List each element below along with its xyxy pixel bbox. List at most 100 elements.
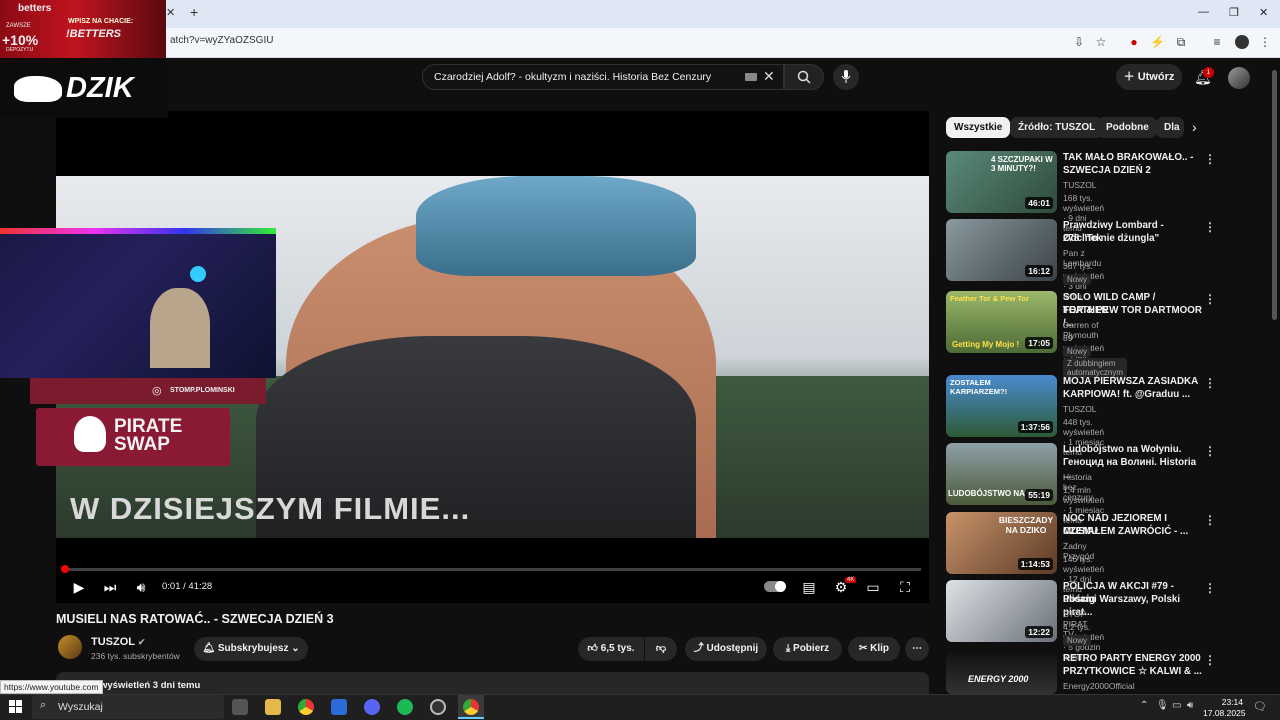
keyboard-icon[interactable] (745, 73, 757, 81)
duration-badge: 17:05 (1025, 337, 1053, 349)
page-scrollbar[interactable] (1272, 70, 1277, 320)
translate-extension-icon[interactable]: ⚡ (1150, 35, 1165, 49)
app-icon[interactable] (331, 699, 347, 715)
subtitles-icon[interactable]: ▤ (800, 579, 818, 595)
clear-search-icon[interactable]: ✕ (763, 68, 775, 85)
video-title-line1[interactable]: Ludobójstwo na Wołyniu. (1063, 443, 1203, 456)
tray-chevron-icon[interactable]: ⌃ (1140, 700, 1148, 711)
file-explorer-icon[interactable] (265, 699, 281, 715)
like-button[interactable]: 👍︎ 6,5 tys. (578, 637, 644, 661)
download-label: Pobierz (793, 643, 830, 654)
more-options-icon[interactable]: ⋮ (1204, 444, 1216, 458)
more-options-icon[interactable]: ⋮ (1204, 581, 1216, 595)
video-title-line1[interactable]: TAK MAŁO BRAKOWAŁO.. - (1063, 151, 1203, 164)
restore-button[interactable]: ❐ (1229, 6, 1239, 19)
install-app-icon[interactable]: ⇩ (1072, 35, 1086, 49)
more-options-icon[interactable]: ⋮ (1204, 220, 1216, 234)
close-window-button[interactable]: ✕ (1259, 6, 1268, 19)
autoplay-toggle[interactable] (764, 581, 786, 592)
video-title-line2[interactable]: 278 "To nie dżungla" (1063, 232, 1203, 245)
video-thumbnail[interactable]: ENERGY 2000 (946, 652, 1057, 694)
taskbar-date[interactable]: 17.08.2025 (1203, 708, 1246, 718)
betters-promo-line2: !BETTERS (66, 28, 121, 40)
taskbar-time[interactable]: 23:14 (1203, 697, 1243, 707)
betters-logo: betters (18, 3, 52, 14)
video-thumbnail[interactable]: BIESZCZADY NA DZIKO 1:14:53 (946, 512, 1057, 574)
scrubber-handle[interactable] (61, 565, 69, 573)
windows-start-icon[interactable] (9, 700, 22, 713)
spotify-icon[interactable] (397, 699, 413, 715)
theater-mode-icon[interactable]: ▭ (864, 579, 882, 595)
play-icon[interactable]: ▶ (70, 579, 88, 595)
video-thumbnail[interactable]: 12:22 (946, 580, 1057, 642)
video-thumbnail[interactable]: Feather Tor & Pew Tor Getting My Mojo ! … (946, 291, 1057, 353)
channel-name[interactable]: TUSZOL ✔ (91, 636, 145, 648)
new-tab-button[interactable]: + (190, 4, 198, 20)
chip-similar[interactable]: Podobne (1098, 117, 1157, 138)
channel-name[interactable]: Energy2000Official (1063, 681, 1135, 691)
clip-button[interactable]: ✂ Klip (848, 637, 900, 661)
chevron-right-icon[interactable]: › (1192, 119, 1197, 135)
scissors-icon: ✂ (858, 643, 871, 654)
subscribe-label: Subskrybujesz (217, 643, 289, 654)
video-thumbnail[interactable]: 16:12 (946, 219, 1057, 281)
video-title-line1[interactable]: MOJA PIERWSZA ZASIADKA (1063, 375, 1203, 388)
voice-search-button[interactable] (833, 64, 859, 90)
create-button[interactable]: ＋ Utwórz (1116, 64, 1182, 90)
discord-icon[interactable] (364, 699, 380, 715)
subscribe-button[interactable]: 🔔︎ Subskrybujesz ⌄ (194, 637, 308, 661)
network-icon[interactable]: ▭ (1172, 700, 1181, 711)
notification-center-icon[interactable]: 🗨︎ (1253, 700, 1267, 713)
channel-name[interactable]: TUSZOL (1063, 404, 1097, 414)
microphone-tray-icon[interactable]: 🎙︎ (1156, 700, 1169, 711)
share-button[interactable]: ⤴ Udostępnij (685, 637, 767, 661)
more-options-icon[interactable]: ⋮ (1204, 513, 1216, 527)
volume-tray-icon[interactable]: 🔊︎ (1187, 700, 1193, 711)
obs-icon[interactable] (430, 699, 446, 715)
url-text[interactable]: atch?v=wyZYaOZSGIU (170, 35, 273, 46)
bookmark-star-icon[interactable]: ☆ (1094, 35, 1108, 49)
next-icon[interactable]: ⏭︎ (101, 579, 119, 595)
channel-avatar[interactable] (58, 635, 82, 659)
reading-list-icon[interactable]: ≡ (1210, 35, 1224, 49)
extensions-puzzle-icon[interactable]: ⧉ (1174, 35, 1188, 49)
cap (416, 176, 696, 276)
video-thumbnail[interactable]: ZOSTAŁEM KARPIARZEM?! 1:37:56 (946, 375, 1057, 437)
progress-bar[interactable] (64, 568, 921, 571)
chip-all[interactable]: Wszystkie (946, 117, 1011, 138)
download-button[interactable]: ⤓ Pobierz (773, 637, 842, 661)
chip-for-you[interactable]: Dla (1156, 117, 1184, 138)
fullscreen-icon[interactable]: ⛶ (896, 579, 914, 595)
search-input[interactable]: Czarodziej Adolf? - okultyzm i naziści. … (422, 64, 784, 90)
tab-close-icon[interactable]: ✕ (166, 6, 175, 19)
duration-badge: 55:19 (1025, 489, 1053, 501)
video-title-line2[interactable]: KARPIOWA! ft. @Graduu ... (1063, 388, 1203, 401)
volume-icon[interactable]: 🔊︎ (132, 579, 150, 595)
dislike-button[interactable]: 👎︎ (645, 637, 677, 661)
toggle-knob (775, 581, 786, 592)
task-view-icon[interactable] (232, 699, 248, 715)
video-title-line2[interactable]: PRZYTKOWICE ☆ KALWI & ... (1063, 665, 1203, 678)
video-thumbnail[interactable]: LUDOBÓJSTWO NA W 55:19 (946, 443, 1057, 505)
channel-name-text[interactable]: TUSZOL (91, 636, 135, 648)
chrome-icon[interactable] (298, 699, 314, 715)
search-button[interactable] (784, 64, 824, 90)
more-options-icon[interactable]: ⋮ (1204, 653, 1216, 667)
more-options-icon[interactable]: ⋮ (1204, 376, 1216, 390)
video-thumbnail[interactable]: 4 SZCZUPAKI W 3 MINUTY?! 46:01 (946, 151, 1057, 213)
chrome-menu-icon[interactable]: ⋮ (1258, 35, 1272, 49)
video-title-line2[interactable]: MUSIAŁEM ZAWRÓCIĆ - ... (1063, 525, 1203, 538)
chrome-active-icon[interactable] (463, 699, 479, 715)
video-title-line2[interactable]: SZWECJA DZIEŃ 2 (1063, 164, 1203, 177)
channel-name[interactable]: TUSZOL (1063, 180, 1097, 190)
extension-icon[interactable]: ● (1127, 35, 1141, 49)
profile-avatar[interactable] (1235, 35, 1249, 49)
more-options-icon[interactable]: ⋮ (1204, 152, 1216, 166)
more-options-icon[interactable]: ⋮ (1204, 292, 1216, 306)
account-avatar[interactable] (1228, 67, 1250, 89)
new-badge: Nowy (1063, 274, 1092, 285)
video-title-line1[interactable]: RETRO PARTY ENERGY 2000 (1063, 652, 1203, 665)
chip-source[interactable]: Źródło: TUSZOL (1010, 117, 1104, 138)
minimize-button[interactable]: — (1198, 6, 1209, 18)
more-actions-icon[interactable]: ⋯ (905, 637, 929, 661)
